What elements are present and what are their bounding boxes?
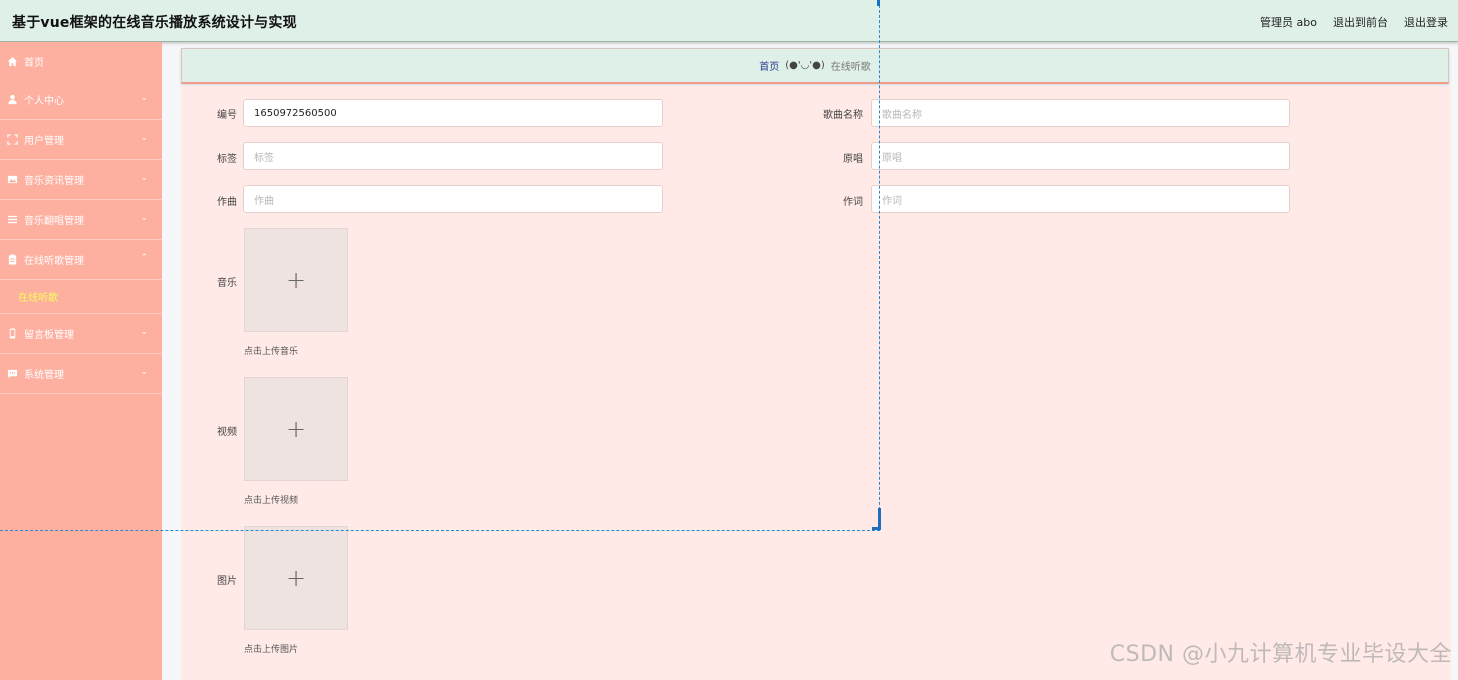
sidebar-item-music-news[interactable]: 音乐资讯管理 ⌄: [0, 160, 162, 200]
selection-resize-handle[interactable]: [872, 508, 881, 530]
selection-guide-horizontal: [0, 530, 880, 531]
music-upload-hint: 点击上传音乐: [244, 347, 299, 357]
tag-field[interactable]: 标签: [243, 142, 663, 170]
frame-icon: [6, 134, 18, 146]
video-label: 视频: [217, 427, 237, 438]
image-upload-hint: 点击上传图片: [244, 645, 299, 655]
image-label: 图片: [217, 576, 237, 587]
composer-label: 作曲: [217, 197, 237, 208]
breadcrumb-separator: (●'◡'●): [785, 60, 825, 71]
lyricist-field[interactable]: 作词: [871, 185, 1290, 213]
breadcrumb-current: 在线听歌: [830, 62, 871, 73]
singer-field[interactable]: 原唱: [871, 142, 1290, 170]
top-header: 基于vue框架的在线音乐播放系统设计与实现 管理员 abo 退出到前台 退出登录: [0, 0, 1458, 42]
list-icon: [6, 214, 18, 226]
singer-label: 原唱: [843, 154, 863, 165]
video-upload[interactable]: +: [244, 377, 348, 481]
app-title: 基于vue框架的在线音乐播放系统设计与实现: [12, 15, 297, 31]
sidebar-item-online-listening[interactable]: 在线听歌管理 ⌃: [0, 240, 162, 280]
selection-top-marker: [877, 0, 880, 6]
watermark: CSDN @小九计算机专业毕设大全: [1109, 642, 1452, 667]
sidebar-item-label: 音乐资讯管理: [24, 176, 84, 187]
chevron-down-icon: ⌄: [140, 327, 148, 337]
music-upload[interactable]: +: [244, 228, 348, 332]
selection-guide-vertical: [879, 0, 880, 530]
sidebar-item-personal-center[interactable]: 个人中心 ⌄: [0, 80, 162, 120]
main-content: 首页 (●'◡'●) 在线听歌 编号 1650972560500 歌曲名称 歌曲…: [162, 42, 1458, 680]
breadcrumb: 首页 (●'◡'●) 在线听歌: [181, 48, 1449, 84]
breadcrumb-home[interactable]: 首页: [759, 58, 779, 73]
chevron-down-icon: ⌄: [140, 173, 148, 183]
number-label: 编号: [217, 110, 237, 121]
composer-field[interactable]: 作曲: [243, 185, 663, 213]
user-icon: [6, 94, 18, 106]
form-panel: 编号 1650972560500 歌曲名称 歌曲名称 标签 标签 原唱 原唱 作…: [181, 86, 1451, 680]
song-name-label: 歌曲名称: [823, 110, 863, 121]
chevron-down-icon: ⌄: [140, 367, 148, 377]
video-upload-hint: 点击上传视频: [244, 496, 299, 506]
chevron-down-icon: ⌄: [140, 93, 148, 103]
song-name-field[interactable]: 歌曲名称: [871, 99, 1290, 127]
music-label: 音乐: [217, 278, 237, 289]
chevron-up-icon: ⌃: [140, 253, 148, 263]
logout-link[interactable]: 退出登录: [1404, 14, 1448, 30]
lyricist-label: 作词: [843, 197, 863, 208]
sidebar-item-label: 个人中心: [24, 96, 64, 107]
chat-icon: [6, 368, 18, 380]
sidebar-item-label: 在线听歌管理: [24, 256, 84, 267]
clipboard-icon: [6, 254, 18, 266]
phone-icon: [6, 328, 18, 340]
plus-icon: +: [285, 266, 307, 294]
home-icon: [6, 55, 18, 67]
image-upload[interactable]: +: [244, 526, 348, 630]
sidebar-item-message-board[interactable]: 留言板管理 ⌄: [0, 314, 162, 354]
sidebar: 首页 个人中心 ⌄ 用户管理 ⌄ 音乐资讯管理 ⌄ 音乐翻唱管理 ⌄ 在线听歌管…: [0, 42, 162, 680]
user-label: 管理员 abo: [1260, 16, 1317, 29]
plus-icon: +: [285, 415, 307, 443]
tag-label: 标签: [217, 154, 237, 165]
chevron-down-icon: ⌄: [140, 133, 148, 143]
sidebar-item-system-management[interactable]: 系统管理 ⌄: [0, 354, 162, 394]
number-field[interactable]: 1650972560500: [243, 99, 663, 127]
sidebar-item-home[interactable]: 首页: [0, 42, 162, 80]
header-links: 管理员 abo 退出到前台 退出登录: [1260, 14, 1448, 30]
sidebar-item-label: 用户管理: [24, 136, 64, 147]
chevron-down-icon: ⌄: [140, 213, 148, 223]
sidebar-item-user-management[interactable]: 用户管理 ⌄: [0, 120, 162, 160]
image-icon: [6, 174, 18, 186]
plus-icon: +: [285, 564, 307, 592]
sidebar-item-label: 音乐翻唱管理: [24, 216, 84, 227]
sidebar-item-label: 留言板管理: [24, 330, 74, 341]
sidebar-item-label: 系统管理: [24, 370, 64, 381]
sidebar-item-music-cover[interactable]: 音乐翻唱管理 ⌄: [0, 200, 162, 240]
exit-to-front-link[interactable]: 退出到前台: [1333, 14, 1388, 30]
submenu-item-online-listening[interactable]: 在线听歌: [0, 280, 162, 314]
sidebar-item-label: 首页: [24, 57, 44, 69]
